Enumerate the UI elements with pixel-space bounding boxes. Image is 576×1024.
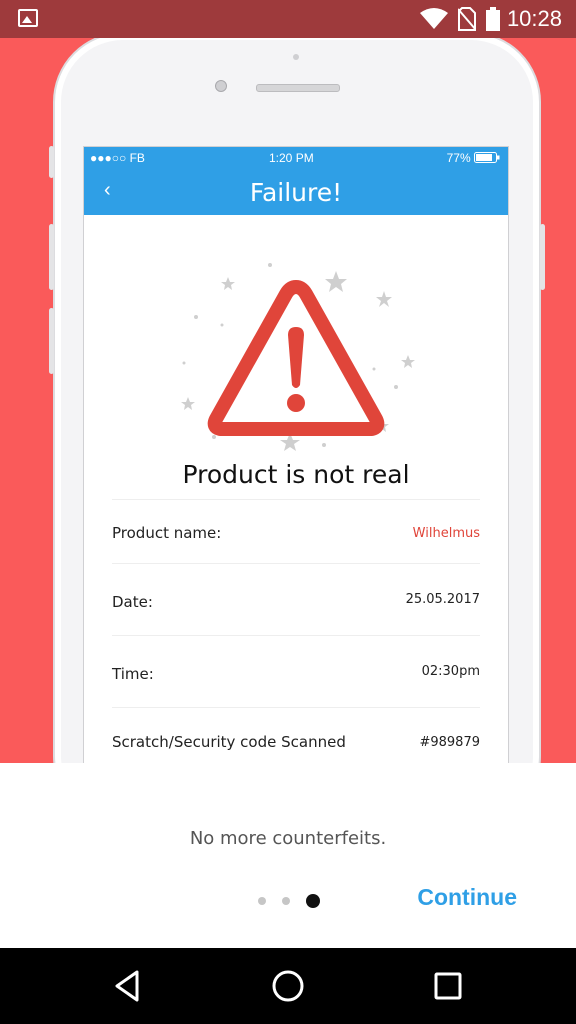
continue-button[interactable]: Continue [417, 884, 517, 911]
phone-camera [215, 80, 227, 92]
phone-mockup: ●●●○○ FB 1:20 PM 77% ‹ Failure! Product … [49, 38, 545, 763]
detail-label: Date: [112, 593, 153, 611]
page-dot [258, 897, 266, 905]
detail-value: Wilhelmus [412, 526, 480, 541]
status-bar: 10:28 [0, 0, 576, 38]
detail-row-product: Product name: Wilhelmus [112, 499, 480, 570]
hero-illustration: ●●●○○ FB 1:20 PM 77% ‹ Failure! Product … [0, 38, 576, 763]
detail-label: Time: [112, 665, 154, 683]
status-time: 10:28 [506, 6, 562, 31]
recents-icon[interactable] [430, 968, 466, 1004]
home-icon[interactable] [270, 968, 306, 1004]
detail-value: #989879 [419, 735, 480, 750]
ios-battery: 77% [447, 151, 500, 165]
detail-row-time: Time: 02:30pm [112, 635, 480, 706]
ios-battery-icon [474, 152, 500, 163]
phone-side-button [49, 224, 54, 290]
page-dot-active [306, 894, 320, 908]
result-headline: Product is not real [182, 460, 410, 489]
onboarding-tagline: No more counterfeits. [189, 828, 387, 849]
no-sim-icon [458, 7, 476, 31]
battery-icon [486, 7, 500, 31]
detail-label: Product name: [112, 524, 222, 542]
ios-status-bar: ●●●○○ FB 1:20 PM 77% [84, 147, 508, 169]
back-icon[interactable] [110, 968, 146, 1004]
phone-sensor [293, 54, 299, 60]
detail-value: 25.05.2017 [405, 592, 480, 607]
detail-row-scratch-code: Scratch/Security code Scanned #989879 [112, 707, 480, 763]
mockup-title: Failure! [249, 178, 343, 207]
detail-row-date: Date: 25.05.2017 [112, 563, 480, 634]
detail-value: 02:30pm [421, 664, 480, 679]
ios-carrier: ●●●○○ FB [90, 151, 145, 165]
phone-side-button [49, 146, 54, 178]
detail-label: Scratch/Security code Scanned [112, 733, 346, 751]
ios-time: 1:20 PM [269, 151, 314, 165]
android-nav-bar [0, 948, 576, 1024]
gallery-icon [18, 9, 38, 27]
phone-screen: ●●●○○ FB 1:20 PM 77% ‹ Failure! Product … [83, 146, 509, 763]
warning-icon [181, 263, 415, 451]
wifi-icon [420, 8, 448, 29]
page-dot [282, 897, 290, 905]
ios-battery-percent: 77% [446, 151, 471, 165]
phone-side-button [540, 224, 545, 290]
phone-speaker [256, 84, 340, 92]
status-icons [420, 7, 500, 31]
page-indicator [258, 894, 320, 908]
phone-side-button [49, 308, 54, 374]
mockup-nav-bar: ‹ Failure! [84, 169, 508, 215]
